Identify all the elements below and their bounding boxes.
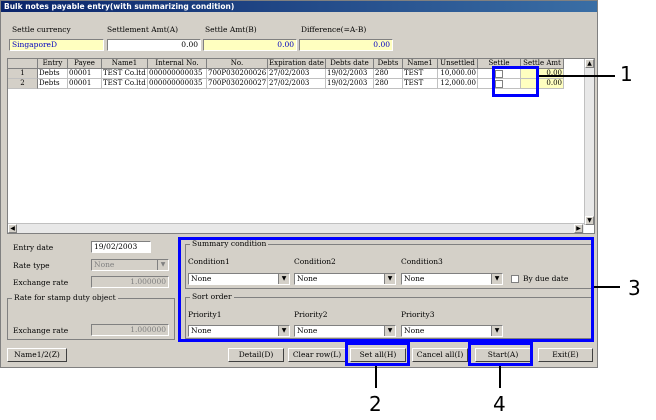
- cell-payee: 00001: [68, 79, 102, 89]
- grid-col-name1: Name1: [102, 59, 148, 69]
- cell-unsettled: 10,000.00: [438, 69, 478, 79]
- difference-label: Difference(=A-B): [301, 25, 367, 34]
- cell-name1: TEST Co.ltd: [102, 69, 148, 79]
- detail-button[interactable]: Detail(D): [228, 348, 284, 362]
- highlight-set-all: [345, 342, 410, 366]
- cell-debts-date: 19/02/2003: [326, 79, 374, 89]
- grid-col-payee: Payee: [68, 59, 102, 69]
- scroll-left-icon[interactable]: ◀: [8, 224, 17, 233]
- grid-horizontal-scrollbar[interactable]: ◀ ▶: [8, 223, 584, 233]
- difference-field: 0.00: [299, 39, 393, 51]
- grid-col-debts-date: Debts date: [326, 59, 374, 69]
- callout-line-4: [499, 366, 501, 388]
- stamp-duty-group-label: Rate for stamp duty object: [12, 293, 118, 302]
- callout-1: 1: [620, 62, 633, 86]
- cell-unsettled: 12,000.00: [438, 79, 478, 89]
- settle-currency-label: Settle currency: [12, 25, 71, 34]
- callout-line-1: [539, 75, 615, 77]
- cell-internal-no: 000000000035: [148, 69, 207, 79]
- exit-button[interactable]: Exit(E): [538, 348, 593, 362]
- table-row[interactable]: 1 Debts 00001 TEST Co.ltd 000000000035 7…: [8, 69, 564, 79]
- grid-col-internal-no: Internal No.: [148, 59, 207, 69]
- rate-type-select[interactable]: None ▼: [91, 259, 169, 271]
- scroll-down-icon[interactable]: ▼: [585, 216, 594, 225]
- highlight-start: [468, 342, 533, 366]
- settlement-amt-label: Settlement Amt(A): [107, 25, 179, 34]
- stamp-exchange-rate-label: Exchange rate: [13, 326, 69, 335]
- grid-col-expiration: Expiration date: [268, 59, 326, 69]
- callout-line-2: [375, 366, 377, 388]
- cell-debts-date: 19/02/2003: [326, 69, 374, 79]
- grid-col-no: No.: [207, 59, 268, 69]
- cancel-all-button[interactable]: Cancel all(I): [412, 348, 468, 362]
- cell-expiration: 27/02/2003: [268, 69, 326, 79]
- exchange-rate-label: Exchange rate: [13, 278, 69, 287]
- highlight-condition-panel: [178, 237, 594, 342]
- grid-col-debts: Debts: [374, 59, 403, 69]
- cell-name1b: TEST: [403, 69, 438, 79]
- window-title: Bulk notes payable entry(with summarizin…: [1, 1, 597, 12]
- grid-vertical-scrollbar[interactable]: ▲ ▼: [584, 59, 594, 225]
- grid-col-entry: Entry: [38, 59, 68, 69]
- stamp-duty-group: Rate for stamp duty object Exchange rate…: [7, 293, 175, 340]
- cell-name1: TEST Co.ltd: [102, 79, 148, 89]
- row-number: 1: [8, 69, 38, 79]
- clear-row-button[interactable]: Clear row(L): [288, 348, 346, 362]
- callout-4: 4: [493, 392, 506, 416]
- scroll-up-icon[interactable]: ▲: [585, 59, 594, 68]
- settlement-amt-field[interactable]: 0.00: [107, 39, 201, 51]
- grid-col-name1b: Name1: [403, 59, 438, 69]
- grid-col-unsettled: Unsettled: [438, 59, 478, 69]
- cell-no: 700P030200027: [207, 79, 268, 89]
- cell-internal-no: 000000000035: [148, 79, 207, 89]
- entry-date-label: Entry date: [13, 243, 54, 252]
- settle-currency-field[interactable]: SingaporeD: [9, 39, 104, 51]
- cell-payee: 00001: [68, 69, 102, 79]
- entry-date-field[interactable]: 19/02/2003: [91, 241, 151, 253]
- settle-amt-b-field: 0.00: [203, 39, 297, 51]
- cell-entry: Debts: [38, 79, 68, 89]
- chevron-down-icon: ▼: [157, 260, 168, 270]
- row-number: 2: [8, 79, 38, 89]
- highlight-settle-column: [492, 66, 539, 97]
- rate-type-value: None: [94, 260, 115, 269]
- grid-header-row: Entry Payee Name1 Internal No. No. Expir…: [8, 59, 564, 69]
- cell-name1b: TEST: [403, 79, 438, 89]
- table-row[interactable]: 2 Debts 00001 TEST Co.ltd 000000000035 7…: [8, 79, 564, 89]
- cell-debts: 280: [374, 79, 403, 89]
- cell-debts: 280: [374, 69, 403, 79]
- cell-entry: Debts: [38, 69, 68, 79]
- callout-3: 3: [628, 276, 641, 300]
- callout-line-3: [594, 286, 620, 288]
- cell-expiration: 27/02/2003: [268, 79, 326, 89]
- cell-no: 700P030200026: [207, 69, 268, 79]
- name12-button[interactable]: Name1/2(Z): [7, 348, 67, 362]
- callout-2: 2: [369, 392, 382, 416]
- rate-type-label: Rate type: [13, 261, 50, 270]
- scroll-right-icon[interactable]: ▶: [574, 224, 583, 233]
- exchange-rate-field: 1.000000: [91, 276, 169, 288]
- grid-col-rownum: [8, 59, 38, 69]
- stamp-exchange-rate-field: 1.000000: [91, 324, 169, 336]
- settle-amt-b-label: Settle Amt(B): [205, 25, 257, 34]
